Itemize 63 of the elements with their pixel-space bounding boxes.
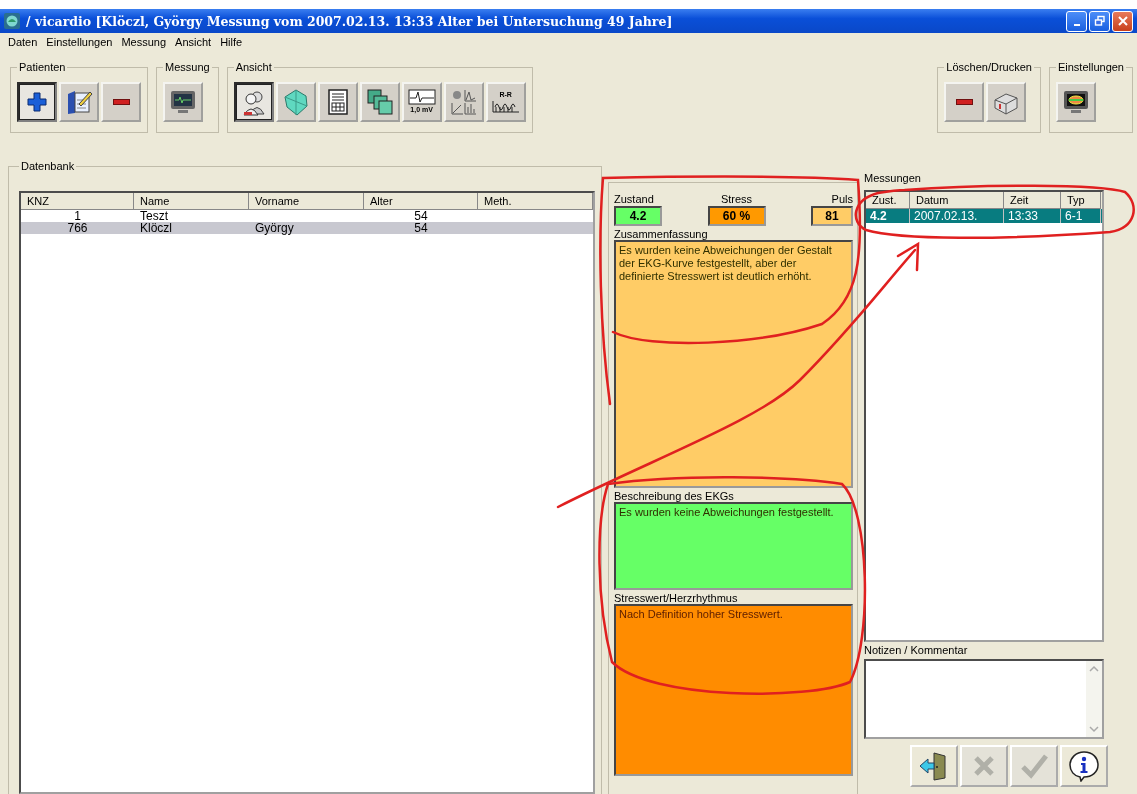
metric-value: 81: [811, 206, 853, 226]
group-title: Löschen/Drucken: [945, 61, 1033, 73]
table-cell: 4.2: [870, 209, 887, 223]
menu-item[interactable]: Daten: [8, 36, 38, 52]
minimize-icon: [1073, 24, 1080, 26]
menu-item[interactable]: Hilfe: [220, 36, 243, 52]
restore-icon: [1093, 15, 1106, 27]
group-title: Ansicht: [234, 61, 273, 73]
metric-label: Zustand: [614, 193, 655, 205]
table-row[interactable]: 4.2 2007.02.13. 13:33 6-1: [866, 209, 1102, 223]
panel-title: Messungen: [864, 172, 922, 184]
plus-icon: [25, 89, 49, 114]
restore-button[interactable]: [1089, 10, 1110, 32]
menu-item[interactable]: Ansicht: [175, 36, 212, 52]
column-header[interactable]: Vorname: [249, 193, 364, 210]
table-cell: 766: [67, 221, 88, 235]
section-title: Beschreibung des EKGs: [614, 490, 735, 502]
column-header[interactable]: Alter: [364, 193, 478, 210]
table-cell: 6-1: [1065, 209, 1083, 223]
table-row[interactable]: 1 Teszt 54: [21, 210, 593, 222]
table-cell: György: [255, 221, 294, 235]
action-button[interactable]: [910, 745, 958, 787]
metric-label: Puls: [831, 193, 853, 205]
table-cell: 54: [414, 209, 428, 223]
panel-title: Datenbank: [20, 160, 76, 172]
close-button[interactable]: [1112, 10, 1133, 32]
minus-icon: [955, 98, 973, 105]
action-button[interactable]: [1060, 745, 1108, 787]
group-title: Messung: [164, 61, 211, 73]
text-box: Nach Definition hoher Stresswert.: [614, 604, 853, 776]
notes-label: Notizen / Kommentar: [864, 644, 969, 656]
close-icon: [1116, 15, 1129, 27]
window-title: / vicardio [Klöczl, György Messung vom 2007.02.13. 13:33 Alter bei Untersuchung 49 Jahre]: [26, 13, 673, 29]
section-title: Zusammenfassung: [614, 228, 709, 240]
column-header[interactable]: Name: [134, 193, 249, 210]
minus-icon: [112, 98, 130, 105]
menu-item[interactable]: Einstellungen: [46, 36, 113, 52]
table-cell: Klöczl: [140, 221, 172, 235]
text-box: Es wurden keine Abweichungen festgestellt.: [614, 502, 853, 590]
heart-model-icon: [281, 87, 310, 116]
toolbar-button[interactable]: [17, 81, 57, 122]
metric-value: 60 %: [707, 206, 766, 226]
metric-value: 4.2: [614, 206, 662, 226]
column-header[interactable]: KNZ: [21, 193, 134, 210]
toolbar-button[interactable]: [233, 81, 274, 122]
table-cell: Teszt: [140, 209, 168, 223]
metric-label: Stress: [720, 193, 753, 205]
group-title: Patienten: [18, 61, 67, 73]
minimize-button[interactable]: [1066, 10, 1087, 32]
table-row[interactable]: 766 Klöczl György 54: [21, 222, 593, 234]
table-cell: 54: [414, 221, 428, 235]
column-header[interactable]: Meth.: [478, 193, 593, 210]
info-icon: [1068, 750, 1100, 782]
table-cell: 2007.02.13.: [914, 209, 978, 223]
charts-icon: [449, 87, 478, 116]
table-cell: 1: [74, 209, 81, 223]
section-title: Stresswert/Herzrhythmus: [614, 592, 739, 604]
table-cell: 13:33: [1008, 209, 1039, 223]
stacked-pages-icon: [365, 87, 394, 116]
group-title: Einstellungen: [1056, 61, 1125, 73]
text-box: Es wurden keine Abweichungen der Gestalt der EKG-Kurve festgestellt, aber der definierte Stresswert ist deutlich erhöht.: [614, 240, 853, 488]
menu-item[interactable]: Messung: [121, 36, 167, 52]
app-icon: [4, 13, 20, 29]
